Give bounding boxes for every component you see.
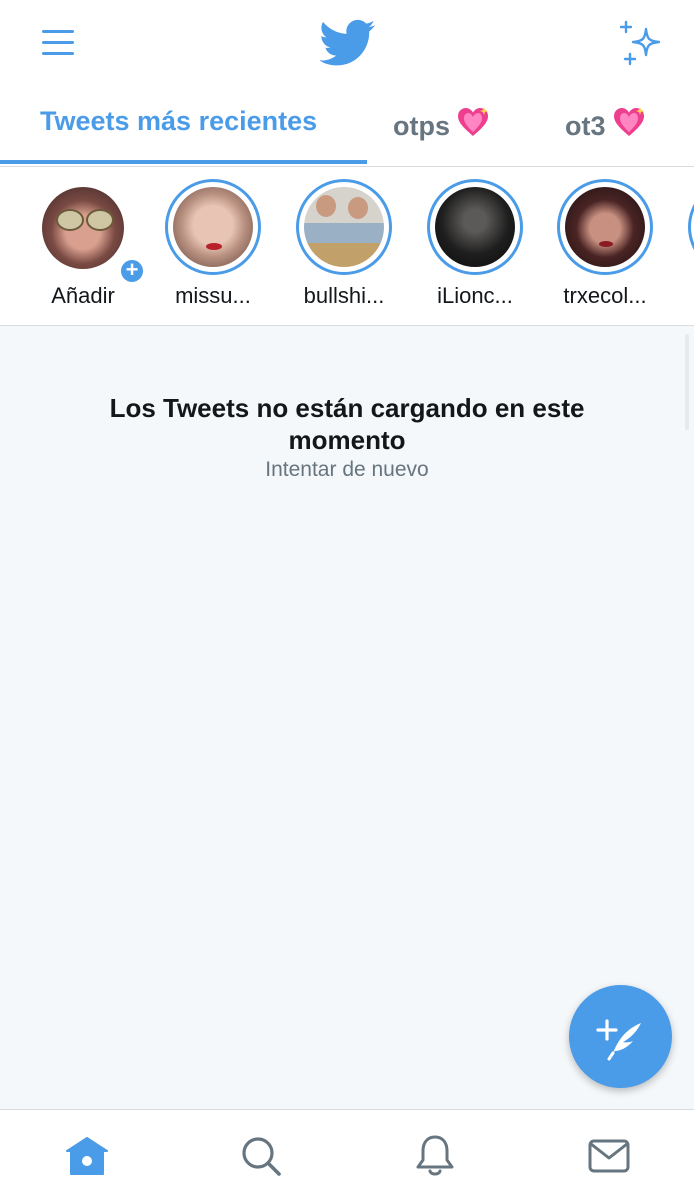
story-ring xyxy=(688,179,694,275)
twitter-bird-icon xyxy=(320,19,376,66)
notifications-icon[interactable] xyxy=(411,1132,459,1180)
story-item-partial[interactable] xyxy=(671,179,694,319)
story-item[interactable]: missu... xyxy=(148,179,278,319)
story-add[interactable]: + Añadir xyxy=(18,179,148,319)
tab-otps[interactable]: otps xyxy=(393,106,490,145)
tab-latest-tweets[interactable]: Tweets más recientes xyxy=(40,106,317,137)
sparkling-heart-icon xyxy=(456,106,490,145)
story-ring xyxy=(427,179,523,275)
avatar xyxy=(435,187,515,267)
avatar xyxy=(173,187,253,267)
story-item[interactable]: bullshi... xyxy=(279,179,409,319)
tab-label: otps xyxy=(393,111,450,141)
avatar xyxy=(42,187,124,269)
scrollbar[interactable] xyxy=(685,334,689,430)
tab-label: Tweets más recientes xyxy=(40,106,318,136)
story-ring xyxy=(557,179,653,275)
story-item[interactable]: iLionc... xyxy=(410,179,540,319)
story-label: trxecol... xyxy=(563,283,647,308)
hamburger-menu-icon[interactable] xyxy=(40,26,78,60)
sparkle-icon[interactable] xyxy=(618,20,666,66)
error-message: Los Tweets no están cargando en este mom… xyxy=(109,393,585,455)
story-ring xyxy=(296,179,392,275)
avatar xyxy=(565,187,645,267)
active-tab-indicator xyxy=(0,160,367,164)
home-icon[interactable] xyxy=(63,1132,111,1180)
story-label: bullshi... xyxy=(303,283,385,308)
search-icon[interactable] xyxy=(237,1132,285,1180)
tab-ot3[interactable]: ot3 xyxy=(565,106,646,145)
story-label: iLionc... xyxy=(437,283,513,308)
retry-link[interactable]: Intentar de nuevo xyxy=(0,458,694,482)
story-label: missu... xyxy=(175,283,251,308)
top-bar xyxy=(0,0,694,88)
messages-icon[interactable] xyxy=(585,1132,633,1180)
compose-tweet-icon xyxy=(596,1019,641,1061)
timeline-tabs: Tweets más recientes otps ot3 xyxy=(0,88,694,167)
sparkling-heart-icon xyxy=(612,106,646,145)
story-ring xyxy=(165,179,261,275)
bottom-navigation xyxy=(0,1109,694,1201)
compose-tweet-button[interactable] xyxy=(569,985,672,1088)
story-label: Añadir xyxy=(51,283,115,308)
story-item[interactable]: trxecol... xyxy=(540,179,670,319)
fleets-row: + Añadir missu... bullshi... iLionc... t… xyxy=(0,167,694,326)
avatar xyxy=(304,187,384,267)
tab-label: ot3 xyxy=(565,111,606,141)
add-story-plus-icon: + xyxy=(118,257,146,285)
